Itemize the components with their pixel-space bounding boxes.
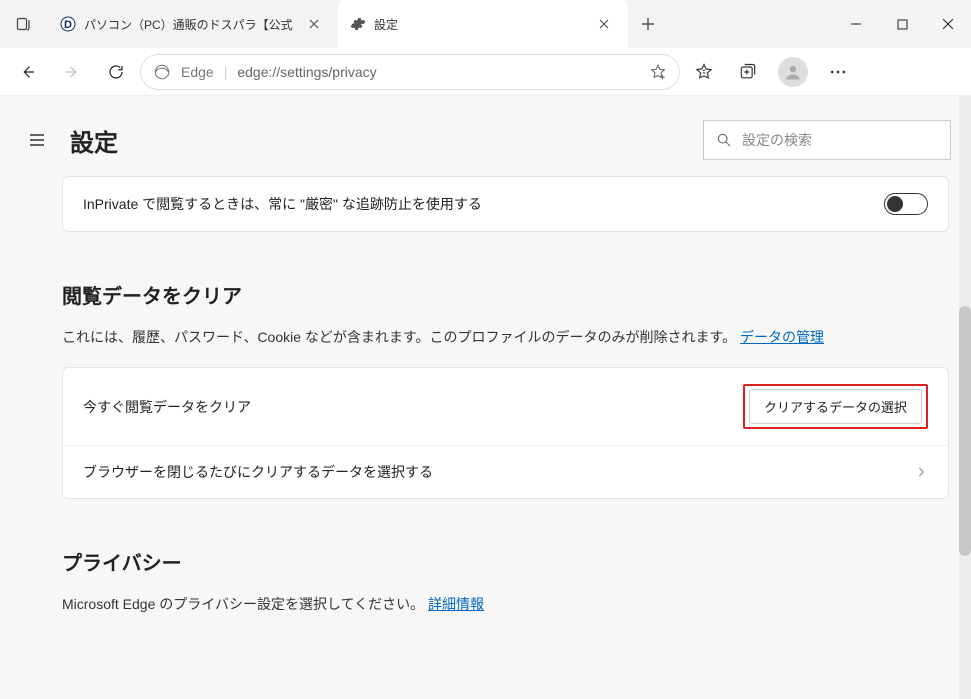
- clear-browsing-description: これには、履歴、パスワード、Cookie などが含まれます。このプロファイルのデ…: [62, 327, 971, 347]
- more-menu-button[interactable]: [818, 54, 858, 90]
- search-input[interactable]: [742, 132, 938, 148]
- tab-actions-icon[interactable]: [0, 0, 48, 48]
- close-icon[interactable]: [302, 12, 326, 36]
- tab-favicon-d: D: [60, 16, 76, 32]
- tab-settings[interactable]: 設定: [338, 0, 628, 48]
- tab-dospara[interactable]: D パソコン（PC）通販のドスパラ【公式: [48, 0, 338, 48]
- inprivate-strict-toggle[interactable]: [884, 193, 928, 215]
- favorites-button[interactable]: [684, 54, 724, 90]
- window-controls: [833, 0, 971, 48]
- maximize-button[interactable]: [879, 0, 925, 48]
- page-title: 設定: [70, 123, 118, 158]
- close-window-button[interactable]: [925, 0, 971, 48]
- favorite-icon[interactable]: [649, 63, 667, 81]
- minimize-button[interactable]: [833, 0, 879, 48]
- address-bar[interactable]: Edge | edge://settings/privacy: [140, 54, 680, 90]
- svg-text:D: D: [64, 19, 72, 31]
- refresh-button[interactable]: [96, 54, 136, 90]
- inprivate-card: InPrivate で閲覧するときは、常に "厳密" な追跡防止を使用する: [62, 176, 949, 232]
- privacy-description: Microsoft Edge のプライバシー設定を選択してください。 詳細情報: [62, 594, 971, 614]
- browser-toolbar: Edge | edge://settings/privacy: [0, 48, 971, 96]
- profile-avatar[interactable]: [778, 57, 808, 87]
- settings-search[interactable]: [703, 120, 951, 160]
- edge-logo-icon: [153, 63, 171, 81]
- chevron-right-icon: [914, 465, 928, 479]
- clear-browsing-card: 今すぐ閲覧データをクリア クリアするデータの選択 ブラウザーを閉じるたびにクリア…: [62, 367, 949, 499]
- omnibox-origin-label: Edge: [181, 64, 214, 80]
- browser-titlebar: D パソコン（PC）通販のドスパラ【公式 設定: [0, 0, 971, 48]
- omnibox-divider: |: [224, 64, 228, 80]
- settings-content: 設定 InPrivate で閲覧するときは、常に "厳密" な追跡防止を使用する…: [0, 96, 971, 699]
- toggle-knob: [887, 196, 903, 212]
- close-icon[interactable]: [592, 12, 616, 36]
- clear-now-row: 今すぐ閲覧データをクリア クリアするデータの選択: [63, 368, 948, 445]
- row-label: 今すぐ閲覧データをクリア: [83, 397, 251, 417]
- inprivate-strict-row: InPrivate で閲覧するときは、常に "厳密" な追跡防止を使用する: [63, 177, 948, 231]
- row-label: ブラウザーを閉じるたびにクリアするデータを選択する: [83, 462, 433, 482]
- collections-button[interactable]: [728, 54, 768, 90]
- data-management-link[interactable]: データの管理: [740, 329, 824, 345]
- choose-what-to-clear-button[interactable]: クリアするデータの選択: [749, 389, 922, 424]
- tab-title: パソコン（PC）通販のドスパラ【公式: [84, 16, 294, 33]
- clear-browsing-heading: 閲覧データをクリア: [62, 280, 971, 309]
- back-button[interactable]: [8, 54, 48, 90]
- clear-on-close-row[interactable]: ブラウザーを閉じるたびにクリアするデータを選択する: [63, 445, 948, 498]
- scrollbar-thumb[interactable]: [959, 306, 971, 556]
- settings-header: 設定: [0, 96, 971, 176]
- tab-title: 設定: [374, 16, 584, 33]
- highlight-annotation: クリアするデータの選択: [743, 384, 928, 429]
- hamburger-menu-button[interactable]: [20, 123, 54, 157]
- description-text: これには、履歴、パスワード、Cookie などが含まれます。このプロファイルのデ…: [62, 329, 736, 345]
- description-text: Microsoft Edge のプライバシー設定を選択してください。: [62, 596, 424, 612]
- privacy-heading: プライバシー: [62, 547, 971, 576]
- row-label: InPrivate で閲覧するときは、常に "厳密" な追跡防止を使用する: [83, 194, 482, 214]
- forward-button: [52, 54, 92, 90]
- new-tab-button[interactable]: [628, 0, 668, 48]
- search-icon: [716, 132, 732, 148]
- omnibox-url: edge://settings/privacy: [237, 64, 639, 80]
- privacy-more-info-link[interactable]: 詳細情報: [428, 596, 484, 612]
- gear-icon: [350, 16, 366, 32]
